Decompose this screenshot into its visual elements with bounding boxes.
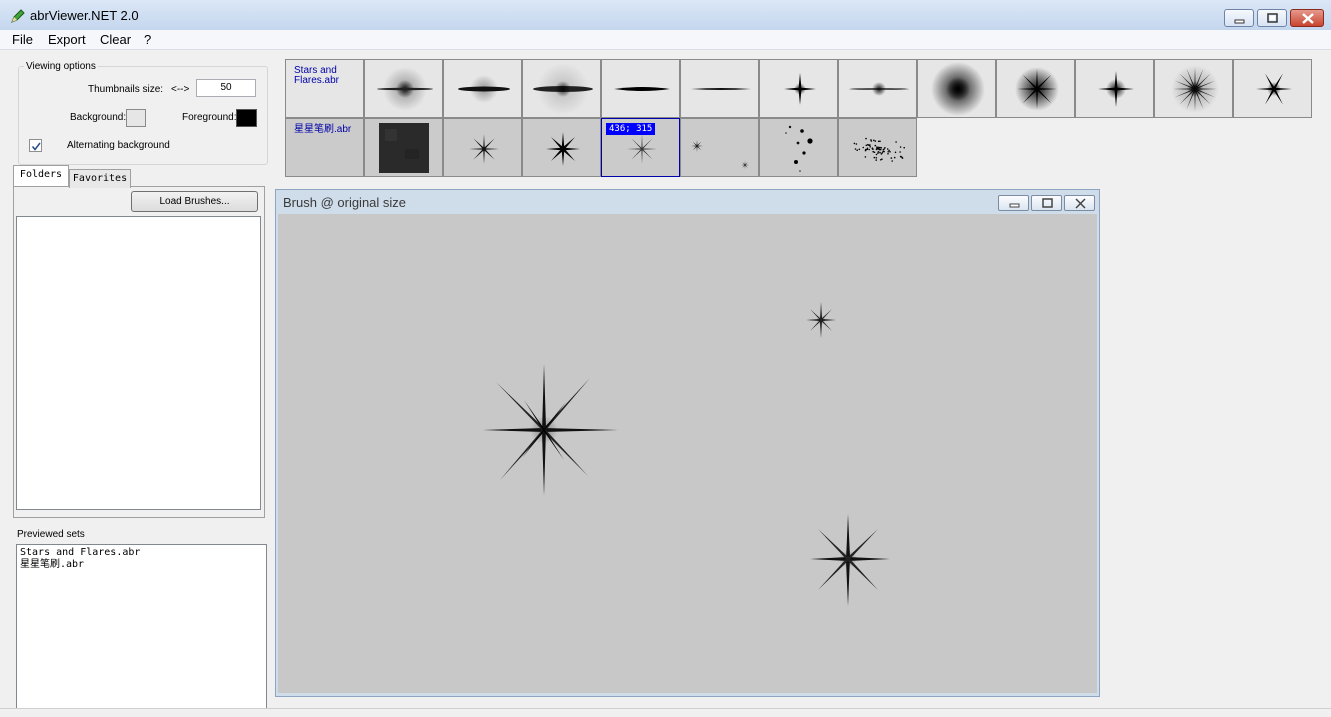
brush-thumbnail[interactable] bbox=[759, 59, 838, 118]
menu-export[interactable]: Export bbox=[48, 32, 86, 47]
flare-line-icon bbox=[614, 87, 670, 91]
star-8-bold-icon bbox=[546, 132, 580, 166]
menu-file[interactable]: File bbox=[12, 32, 33, 47]
brush-thumbnail[interactable] bbox=[838, 118, 917, 177]
alternating-background-checkbox[interactable] bbox=[29, 139, 42, 152]
small-star-shape bbox=[806, 302, 836, 338]
brush-thumbnail[interactable] bbox=[759, 118, 838, 177]
flare-thin-icon bbox=[458, 75, 510, 103]
thumb-size-input[interactable]: 50 bbox=[196, 79, 256, 97]
window-title: abrViewer.NET 2.0 bbox=[30, 8, 139, 23]
tab-favorites[interactable]: Favorites bbox=[69, 169, 131, 188]
menu-clear[interactable]: Clear bbox=[100, 32, 131, 47]
folder-tree[interactable] bbox=[16, 216, 261, 510]
flare-wide-icon bbox=[533, 63, 593, 115]
brush-thumbnail[interactable] bbox=[1075, 59, 1154, 118]
brush-set-name[interactable]: 星星笔刷.abr bbox=[285, 118, 364, 177]
star-4-small-icon bbox=[1098, 71, 1134, 107]
tab-folders[interactable]: Folders bbox=[13, 165, 69, 186]
dots-scatter-icon bbox=[785, 125, 813, 172]
menu-bar bbox=[0, 30, 1331, 50]
stars-scatter-icon bbox=[691, 140, 749, 169]
alternating-background-label: Alternating background bbox=[67, 140, 170, 151]
brush-thumbnail[interactable] bbox=[1233, 59, 1312, 118]
foreground-color-swatch[interactable] bbox=[236, 109, 257, 127]
close-icon bbox=[1075, 198, 1086, 209]
restore-icon bbox=[1267, 13, 1278, 23]
brush-thumbnail[interactable] bbox=[443, 118, 522, 177]
flare-streak-icon bbox=[691, 88, 751, 90]
restore-icon bbox=[1042, 198, 1053, 208]
load-brushes-button[interactable]: Load Brushes... bbox=[131, 191, 258, 212]
brush-thumbnail[interactable] bbox=[364, 59, 443, 118]
foreground-label: Foreground: bbox=[182, 112, 237, 123]
previewed-set-item[interactable]: Stars and Flares.abr bbox=[20, 547, 140, 559]
dots-cloud-icon bbox=[853, 137, 905, 162]
brush-window-minimize-button[interactable] bbox=[998, 195, 1029, 211]
background-label: Background: bbox=[70, 112, 127, 123]
star-6-icon bbox=[1256, 73, 1292, 105]
previewed-sets-list[interactable]: Stars and Flares.abr 星星笔刷.abr bbox=[16, 544, 267, 716]
thumb-size-label: Thumbnails size: bbox=[88, 84, 164, 95]
brush-window-close-button[interactable] bbox=[1064, 195, 1095, 211]
brush-thumbnail[interactable] bbox=[917, 59, 996, 118]
glow-large-icon bbox=[931, 62, 985, 116]
close-button[interactable] bbox=[1290, 9, 1324, 27]
brush-thumbnail[interactable] bbox=[1154, 59, 1233, 118]
flare-dot-icon bbox=[849, 82, 909, 96]
brush-thumbnail[interactable]: 436; 315 bbox=[601, 118, 680, 177]
cursor-coords-badge: 436; 315 bbox=[606, 123, 656, 135]
flare-soft-icon bbox=[377, 67, 433, 111]
menu-help[interactable]: ? bbox=[144, 32, 151, 47]
brush-thumbnail[interactable] bbox=[601, 59, 680, 118]
title-bar[interactable] bbox=[0, 0, 1331, 31]
close-icon bbox=[1302, 13, 1314, 24]
minimize-icon bbox=[1009, 203, 1020, 208]
brush-thumbnail[interactable] bbox=[522, 118, 601, 177]
maximize-button[interactable] bbox=[1257, 9, 1287, 27]
checkmark-icon bbox=[31, 142, 41, 151]
previewed-set-item[interactable]: 星星笔刷.abr bbox=[20, 559, 84, 571]
brush-thumbnail[interactable] bbox=[680, 59, 759, 118]
brush-thumbnail[interactable] bbox=[838, 59, 917, 118]
star-4-icon bbox=[784, 73, 816, 105]
brush-set-name[interactable]: Stars and Flares.abr bbox=[285, 59, 364, 118]
large-star-shape bbox=[483, 364, 618, 496]
previewed-sets-label: Previewed sets bbox=[17, 529, 85, 540]
minimize-button[interactable] bbox=[1224, 9, 1254, 27]
minimize-icon bbox=[1234, 19, 1245, 24]
brush-thumbnail[interactable] bbox=[680, 118, 759, 177]
brush-thumbnail[interactable] bbox=[364, 118, 443, 177]
medium-star-shape bbox=[810, 514, 890, 606]
star-burst-icon bbox=[1171, 65, 1219, 113]
brush-window-restore-button[interactable] bbox=[1031, 195, 1062, 211]
brush-thumbnail[interactable] bbox=[443, 59, 522, 118]
brush-thumbnail[interactable] bbox=[522, 59, 601, 118]
star-8-icon bbox=[469, 134, 499, 164]
brush-canvas[interactable] bbox=[278, 214, 1097, 693]
brush-thumbnail[interactable] bbox=[996, 59, 1075, 118]
pencil-icon bbox=[10, 8, 26, 24]
background-color-swatch[interactable] bbox=[126, 109, 146, 127]
brush-preview-image bbox=[483, 302, 890, 606]
texture-square-icon bbox=[379, 123, 429, 173]
viewing-options-legend: Viewing options bbox=[24, 61, 98, 72]
thumb-size-arrows: <--> bbox=[171, 84, 190, 95]
glow-spiky-icon bbox=[1015, 67, 1059, 111]
brush-window-title: Brush @ original size bbox=[283, 195, 407, 210]
